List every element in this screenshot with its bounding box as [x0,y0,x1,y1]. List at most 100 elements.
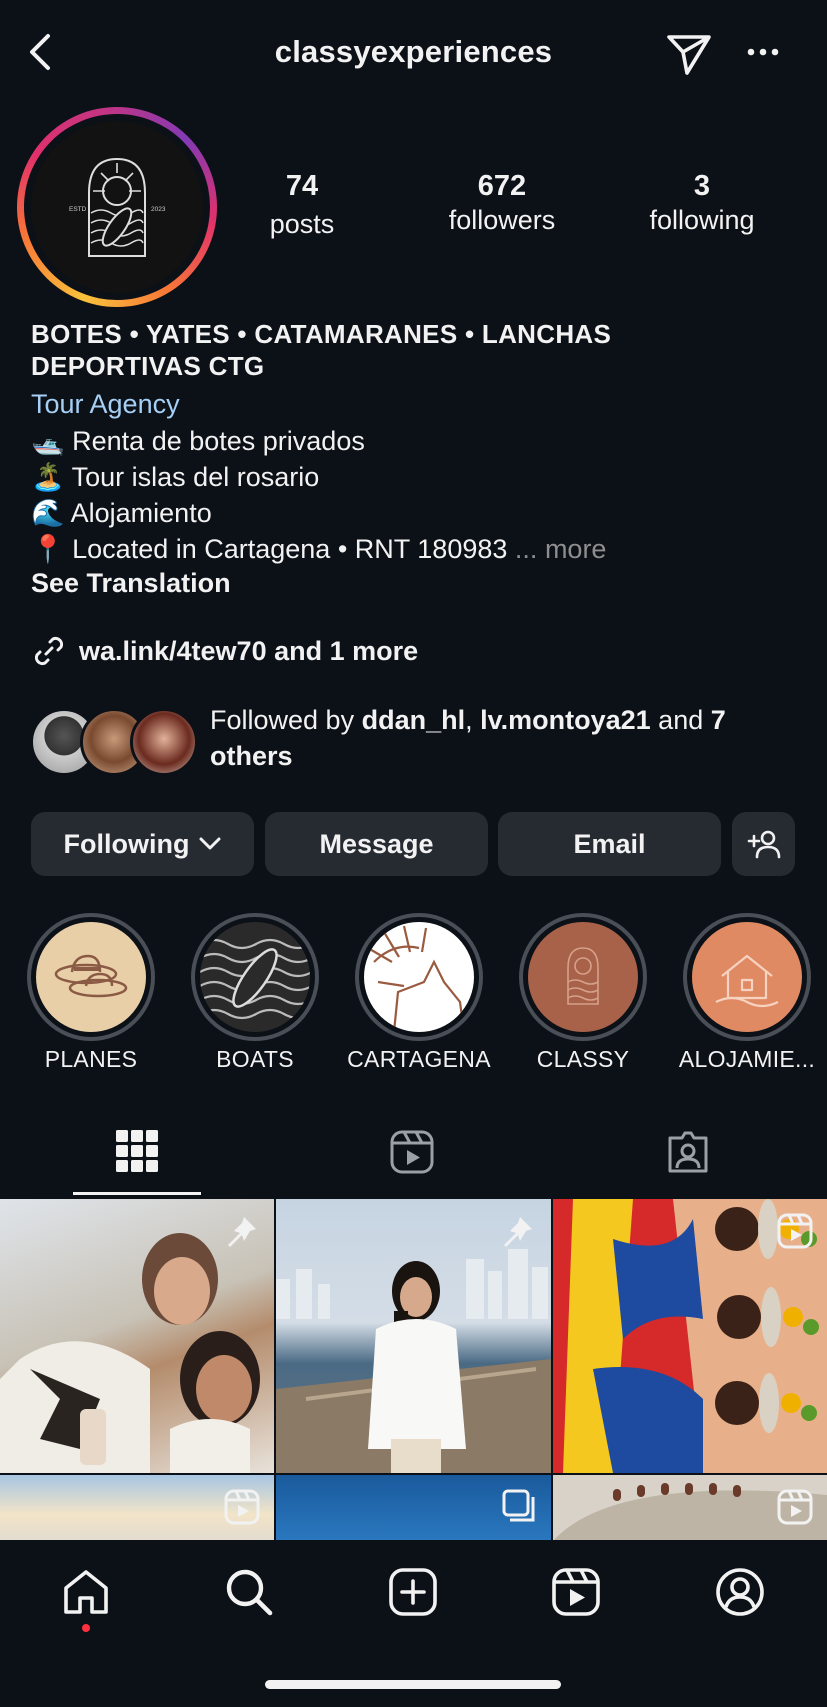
nav-profile[interactable] [715,1567,765,1617]
nav-create[interactable] [388,1567,438,1617]
reels-icon [390,1130,434,1174]
paper-plane-icon [667,35,711,75]
house-icon [715,954,779,1008]
pin-icon [504,1217,532,1247]
create-icon [389,1568,437,1616]
bio-link[interactable]: wa.link/4tew70 and 1 more [31,633,418,669]
highlight-alojamiento[interactable] [683,913,811,1041]
highlight-planes[interactable] [27,913,155,1041]
bio-ellipsis: ... [514,534,538,564]
post-thumbnail[interactable] [553,1475,827,1541]
highlight-cartagena[interactable] [355,913,483,1041]
tab-reels[interactable] [390,1130,434,1174]
post-thumbnail[interactable] [276,1475,551,1541]
highlight-boats[interactable] [191,913,319,1041]
see-translation-link[interactable]: See Translation [31,568,231,599]
search-icon [226,1569,273,1616]
separator: and [650,705,711,735]
highlight-classy[interactable] [519,913,647,1041]
follower-avatar [130,708,198,776]
bio-line: 🌊 Alojamiento [31,496,212,530]
profile-category[interactable]: Tour Agency [31,389,180,420]
chevron-down-icon [199,837,221,850]
highlight-label: CARTAGENA [347,1046,491,1072]
profile-name: BOTES • YATES • CATAMARANES • LANCHAS DE… [31,318,791,382]
active-tab-indicator [73,1192,201,1195]
button-label: Following [63,828,190,859]
following-count[interactable]: 3 following [632,170,772,236]
highlight-cover [36,922,146,1032]
wave-emoji-icon: 🌊 [31,498,65,528]
highlight-cover [200,922,310,1032]
more-link[interactable]: more [545,534,607,564]
highlight-label: PLANES [44,1046,138,1072]
followed-by-text[interactable]: Followed by ddan_hl, lv.montoya21 and 7 … [210,702,790,774]
followers-count[interactable]: 672 followers [432,170,572,236]
highlight-cover [692,922,802,1032]
tagged-icon [668,1131,708,1173]
avatar[interactable]: ESTD 2023 [31,121,203,293]
boat-emoji-icon: 🛥️ [31,426,65,456]
bio-line: 📍 Located in Cartagena • RNT 180983 ... … [31,532,606,566]
stat-label: posts [269,209,335,239]
profile-icon [716,1568,764,1616]
reel-badge-icon [224,1489,260,1525]
tab-posts-grid[interactable] [116,1130,158,1172]
profile-name-line: DEPORTIVAS CTG [31,351,265,381]
button-label: Email [573,828,646,859]
post-thumbnail[interactable] [0,1475,274,1541]
profile-name-line: BOTES • YATES • CATAMARANES • LANCHAS [31,319,612,349]
stat-value: 74 [285,170,319,202]
ellipsis-icon [747,48,779,56]
followed-by-prefix: Followed by [210,705,362,735]
highlight-cover [364,922,474,1032]
island-emoji-icon: 🏝️ [31,462,65,492]
link-icon [34,636,64,666]
posts-count[interactable]: 74 posts [232,170,372,240]
svg-text:2023: 2023 [151,206,166,213]
notification-dot [82,1624,90,1632]
reel-badge-icon [777,1489,813,1525]
post-thumbnail[interactable] [276,1199,551,1473]
bio-line: 🛥️ Renta de botes privados [31,424,365,458]
stat-label: followers [448,205,556,235]
stat-label: following [649,205,755,235]
carousel-icon [502,1489,535,1522]
reels-icon [552,1568,600,1616]
button-label: Message [319,828,434,859]
stat-value: 3 [693,170,711,202]
pin-icon [228,1217,256,1247]
brand-logo: ESTD 2023 [31,121,203,293]
suggested-people-button[interactable] [732,812,795,876]
add-person-icon [747,830,780,859]
link-text: wa.link/4tew70 and 1 more [79,635,419,666]
followed-user: ddan_hl [361,705,466,735]
grid-icon [116,1130,158,1172]
bio-text: Alojamiento [70,498,212,528]
nav-reels[interactable] [551,1567,601,1617]
post-thumbnail[interactable] [0,1199,274,1473]
tab-tagged[interactable] [666,1130,710,1174]
home-icon [64,1570,108,1614]
bio-text: Renta de botes privados [72,426,365,456]
following-button[interactable]: Following [31,812,254,876]
highlight-cover [528,922,638,1032]
logo-icon [567,947,599,1005]
svg-text:ESTD: ESTD [69,206,87,213]
bio-line: 🏝️ Tour islas del rosario [31,460,319,494]
home-indicator [265,1680,561,1689]
bio-text: Tour islas del rosario [71,462,320,492]
surfboard-icon [200,938,310,1020]
sun-icon [367,925,466,1032]
post-thumbnail[interactable] [553,1199,827,1473]
email-button[interactable]: Email [498,812,721,876]
share-button[interactable] [665,30,713,78]
more-options-button[interactable] [745,40,785,64]
reel-badge-icon [777,1213,813,1249]
nav-search[interactable] [224,1567,274,1617]
message-button[interactable]: Message [265,812,488,876]
highlight-label: CLASSY [536,1046,630,1072]
highlight-label: BOATS [216,1046,294,1072]
stat-value: 672 [477,170,527,202]
nav-home[interactable] [62,1568,110,1616]
